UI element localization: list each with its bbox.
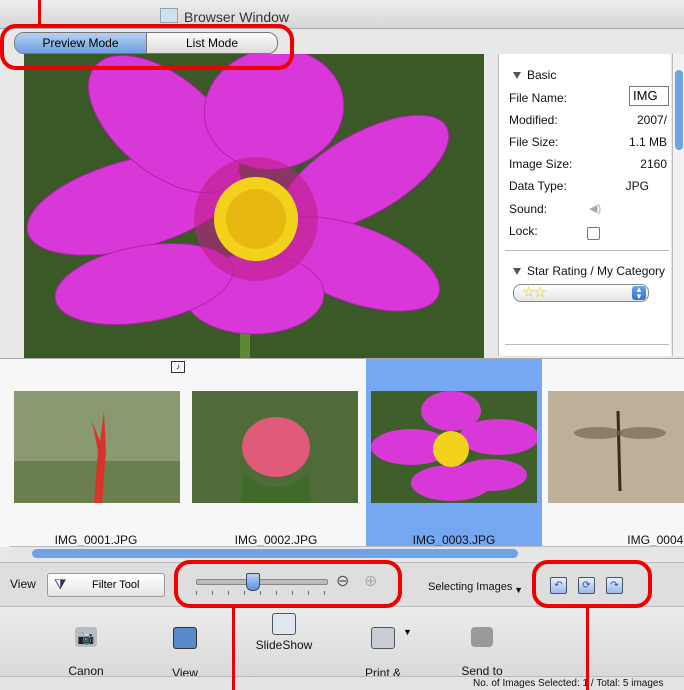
modified-label: Modified: xyxy=(509,113,558,127)
trash-icon xyxy=(471,627,493,647)
file-size-value: 1.1 MB xyxy=(628,135,667,149)
rating-section-header[interactable]: Star Rating / My Category xyxy=(513,264,665,278)
scroll-thumb[interactable] xyxy=(675,70,683,150)
printer-icon xyxy=(371,627,395,649)
thumbnail-image xyxy=(14,391,180,503)
scroll-thumb[interactable] xyxy=(32,549,518,558)
data-type-label: Data Type: xyxy=(509,179,567,193)
sound-label: Sound: xyxy=(509,202,548,216)
annotation-pointer-line xyxy=(38,0,41,24)
print-menu-arrow-icon[interactable]: ▼ xyxy=(403,627,412,637)
slideshow-icon xyxy=(272,613,296,635)
thumbnail-caption: IMG_0001.JPG xyxy=(54,533,138,547)
dropdown-arrow-icon: ▼ xyxy=(514,585,523,595)
sound-attached-icon: ♪ xyxy=(171,361,185,373)
divider xyxy=(505,344,669,345)
lock-checkbox[interactable] xyxy=(587,227,600,240)
file-name-label: File Name: xyxy=(509,91,568,105)
thumbnail-image xyxy=(192,391,358,503)
image-preview[interactable] xyxy=(24,54,484,358)
flower-image xyxy=(24,54,484,358)
updown-arrow-icon: ▲ ▼ xyxy=(632,286,646,301)
thumbnail-item[interactable]: IMG_0004.JPG xyxy=(544,359,684,547)
annotation-zoom-highlight xyxy=(174,560,402,608)
disclosure-triangle-icon xyxy=(513,268,521,276)
thumbnail-item-selected[interactable]: IMG_0003.JPG xyxy=(366,359,542,547)
thumbnail-scrollbar[interactable] xyxy=(10,546,684,560)
star-icon: ☆☆ xyxy=(522,284,547,301)
thumbnail-item[interactable]: IMG_0002.JPG xyxy=(188,359,364,547)
thumbnail-item[interactable]: IMG_0001.JPG xyxy=(8,359,184,547)
camera-icon: 📷 xyxy=(75,627,97,647)
status-bar: No. of Images Selected: 1 / Total: 5 ima… xyxy=(0,676,684,690)
modified-value: 2007/ xyxy=(636,113,667,127)
thumbnail-strip: IMG_0001.JPG ♪ IMG_0002.JPG IMG_0003.JPG… xyxy=(0,358,684,547)
action-bar: 📷 Canon Camera View Image SlideShow Prin… xyxy=(0,606,684,690)
thumbnail-caption: IMG_0004.JPG xyxy=(627,533,684,547)
file-size-label: File Size: xyxy=(509,135,559,149)
data-type-value: JPG xyxy=(625,179,649,193)
info-scrollbar[interactable] xyxy=(672,54,684,356)
annotation-pointer-line xyxy=(232,604,235,690)
view-label: View xyxy=(10,577,36,591)
lock-label: Lock: xyxy=(509,224,538,238)
file-name-field[interactable]: IMG xyxy=(629,86,669,106)
image-size-value: 2160 xyxy=(640,157,667,171)
annotation-pointer-line xyxy=(586,604,589,690)
selecting-images-dropdown[interactable]: Selecting Images ▼ xyxy=(400,573,523,595)
disclosure-triangle-icon xyxy=(513,72,521,80)
basic-section-header[interactable]: Basic xyxy=(513,68,556,82)
star-rating-select[interactable]: ☆☆ ▲ ▼ xyxy=(513,284,649,302)
slideshow-button[interactable]: SlideShow xyxy=(244,613,324,652)
thumbnail-image xyxy=(548,391,684,503)
filter-tool-button[interactable]: ⧩ Filter Tool xyxy=(47,573,165,597)
window-icon xyxy=(160,8,178,23)
thumbnail-image xyxy=(371,391,537,503)
selection-count: No. of Images Selected: 1 / Total: 5 ima… xyxy=(473,678,664,689)
view-image-icon xyxy=(173,627,197,649)
thumbnail-caption: IMG_0002.JPG xyxy=(234,533,318,547)
divider xyxy=(505,250,669,251)
window-title: Browser Window xyxy=(184,9,290,25)
browser-window: Browser Window Preview Mode List Mode Ba… xyxy=(0,0,684,690)
speaker-icon[interactable]: ◀) xyxy=(589,202,601,215)
annotation-rotate-highlight xyxy=(532,560,652,608)
info-panel: Basic File Name: IMG Modified: 2007/ Fil… xyxy=(498,54,671,356)
filter-icon: ⧩ xyxy=(54,576,67,592)
annotation-mode-highlight xyxy=(0,24,294,70)
image-size-label: Image Size: xyxy=(509,157,573,171)
thumbnail-caption: IMG_0003.JPG xyxy=(412,533,496,547)
